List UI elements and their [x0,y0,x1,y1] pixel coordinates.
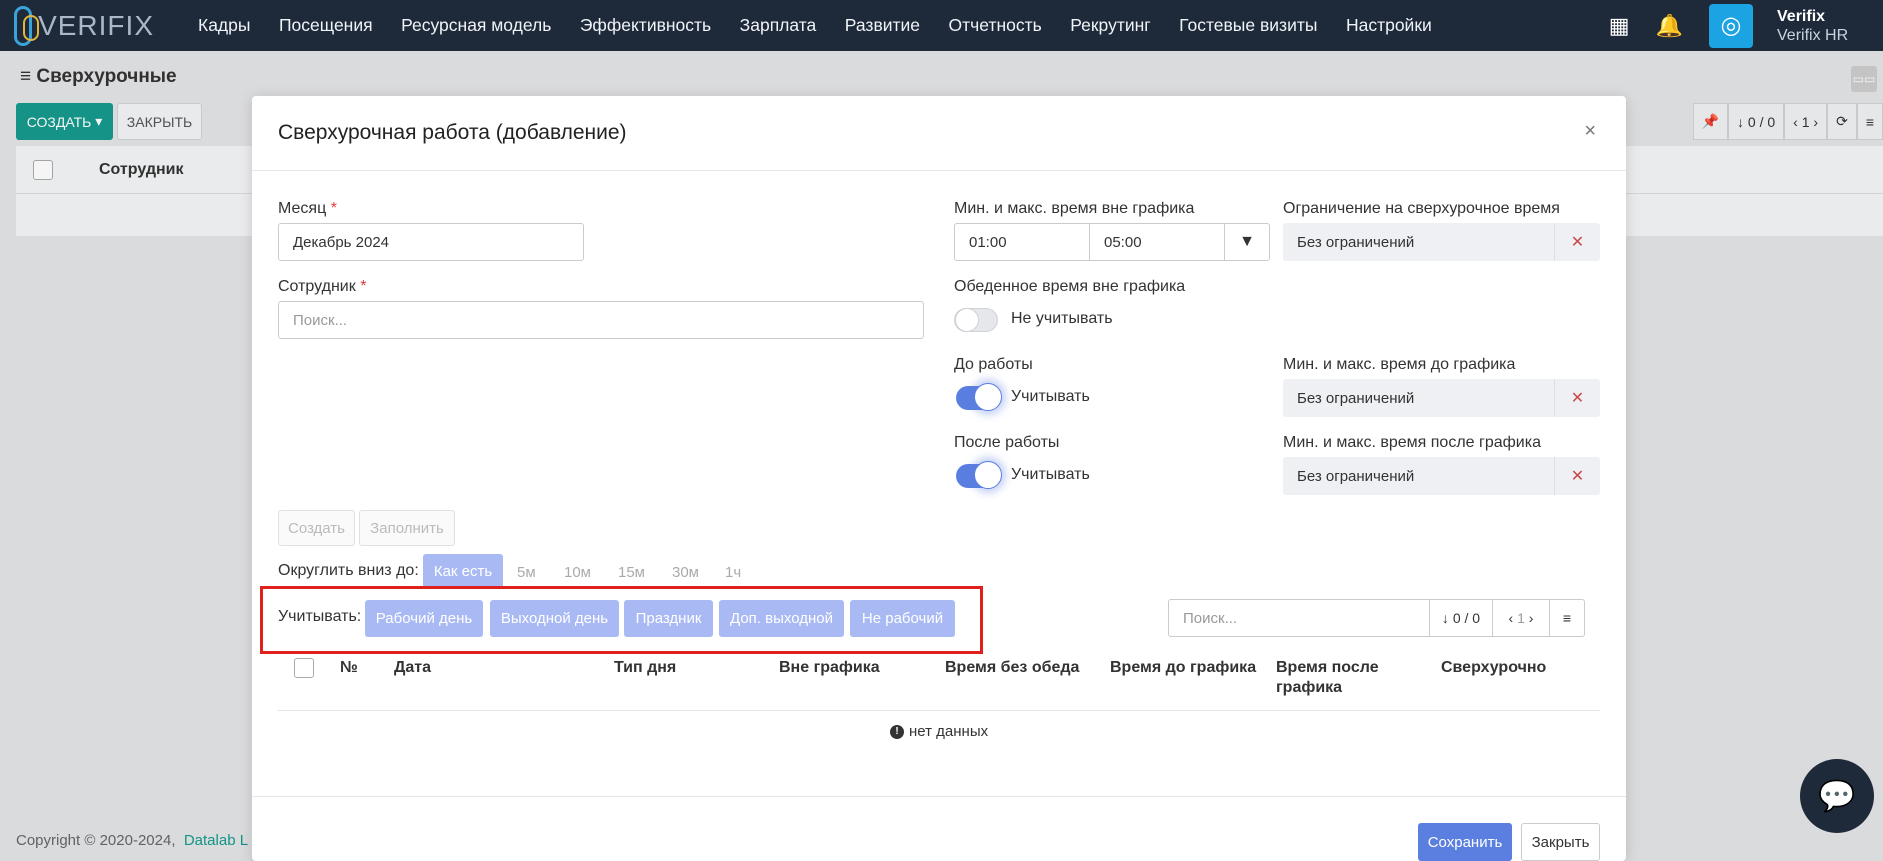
chip-extra-day-off[interactable]: Доп. выходной [719,600,844,637]
column-header-day-type: Тип дня [614,659,677,676]
menu-item-reports[interactable]: Отчетность [949,15,1042,36]
column-header-date: Дата [394,659,432,676]
modal-footer-divider [252,796,1626,797]
before-work-toggle[interactable] [956,383,1002,411]
menu-item-recruiting[interactable]: Рекрутинг [1070,15,1150,36]
employee-label: Сотрудник * [278,278,367,295]
modal-title: Сверхурочная работа (добавление) [252,96,1626,171]
overtime-add-modal: Сверхурочная работа (добавление) × Месяц… [252,96,1626,861]
round-option-10m[interactable]: 10м [564,564,591,581]
select-all-rows-checkbox[interactable] [294,658,314,678]
month-label: Месяц * [278,200,337,217]
company-name: Verifix HR [1777,26,1849,44]
menu-item-development[interactable]: Развитие [845,15,920,36]
fill-button[interactable]: Заполнить [359,510,455,546]
clear-filter-icon[interactable]: ✕ [1554,457,1600,495]
logo[interactable]: VERIFIX [14,5,154,46]
after-work-label: После работы [954,434,1060,451]
menu-item-guest-visits[interactable]: Гостевые визиты [1179,15,1317,36]
round-option-as-is[interactable]: Как есть [423,554,503,588]
chip-non-working[interactable]: Не рабочий [850,600,955,637]
chip-holiday[interactable]: Праздник [624,600,713,637]
month-field[interactable]: Декабрь 2024 [278,223,584,261]
bell-icon[interactable]: 🔔 [1656,13,1683,39]
before-minmax-field[interactable]: Без ограничений ✕ [1283,379,1600,417]
no-data-message: ! нет данных [890,723,988,740]
save-button[interactable]: Сохранить [1418,823,1512,861]
round-option-15m[interactable]: 15м [618,564,645,581]
clear-filter-icon[interactable]: ✕ [1554,379,1600,417]
before-work-toggle-label: Учитывать [1011,388,1090,405]
after-minmax-label: Мин. и макс. время после графика [1283,434,1541,451]
count-label: Учитывать: [278,608,362,625]
create-rows-button[interactable]: Создать [278,510,355,546]
chip-working-day[interactable]: Рабочий день [365,600,483,637]
column-header-time-after-schedule: Время после графика [1276,659,1379,696]
round-option-5m[interactable]: 5м [517,564,536,581]
limit-label: Ограничение на сверхурочное время [1283,200,1560,217]
limit-field[interactable]: Без ограничений ✕ [1283,223,1600,261]
chip-day-off[interactable]: Выходной день [490,600,619,637]
max-time-input[interactable]: 05:00 [1089,223,1225,261]
info-icon: ! [890,724,904,739]
user-menu[interactable]: Verifix Verifix HR [1777,7,1863,45]
chat-icon[interactable]: 💬 [1800,759,1874,833]
after-work-toggle-label: Учитывать [1011,466,1090,483]
column-header-off-schedule: Вне графика [779,659,880,676]
round-option-30m[interactable]: 30м [672,564,699,581]
menu-item-settings[interactable]: Настройки [1346,15,1432,36]
user-name: Verifix [1777,7,1826,25]
before-work-label: До работы [954,356,1033,373]
round-option-1h[interactable]: 1ч [725,564,741,581]
clear-filter-icon[interactable]: ✕ [1554,223,1600,261]
top-navbar: VERIFIX Кадры Посещения Ресурсная модель… [0,0,1883,51]
menu-item-resource-model[interactable]: Ресурсная модель [401,15,551,36]
round-label: Округлить вниз до: [278,562,419,579]
sort-pager[interactable]: ↓ 0 / 0 [1429,599,1493,637]
column-header-overtime: Сверхурочно [1441,659,1547,676]
lunch-label: Обеденное время вне графика [954,278,1186,295]
minmax-label: Мин. и макс. время вне графика [954,200,1195,217]
column-header-time-before-schedule: Время до графика [1110,659,1257,676]
after-minmax-field[interactable]: Без ограничений ✕ [1283,457,1600,495]
before-minmax-label: Мин. и макс. время до графика [1283,356,1516,373]
lunch-toggle[interactable] [954,308,998,332]
column-header-time-without-lunch: Время без обеда [945,659,1080,676]
table-divider [278,710,1600,711]
fingerprint-icon[interactable]: ◎ [1709,3,1753,48]
menu-item-salary[interactable]: Зарплата [740,15,817,36]
logo-icon [14,5,40,46]
table-search-input[interactable]: Поиск... [1168,599,1430,637]
close-icon[interactable]: × [1584,120,1596,143]
menu-item-kadry[interactable]: Кадры [198,15,250,36]
close-button[interactable]: Закрыть [1521,823,1600,861]
logo-text: VERIFIX [38,9,154,41]
filter-icon[interactable]: ▼ [1224,223,1270,261]
menu-icon[interactable]: ≡ [1549,599,1585,637]
lunch-toggle-label: Не учитывать [1011,310,1113,327]
after-work-toggle[interactable] [956,461,1002,489]
main-menu: Кадры Посещения Ресурсная модель Эффекти… [198,15,1460,36]
min-time-input[interactable]: 01:00 [954,223,1090,261]
column-header-number: № [340,659,358,676]
grid-icon[interactable]: ▦ [1609,13,1630,39]
pagination[interactable]: ‹ 1 › [1492,599,1550,637]
menu-item-efficiency[interactable]: Эффективность [580,15,711,36]
employee-search-input[interactable]: Поиск... [278,301,924,339]
menu-item-attendance[interactable]: Посещения [279,15,373,36]
